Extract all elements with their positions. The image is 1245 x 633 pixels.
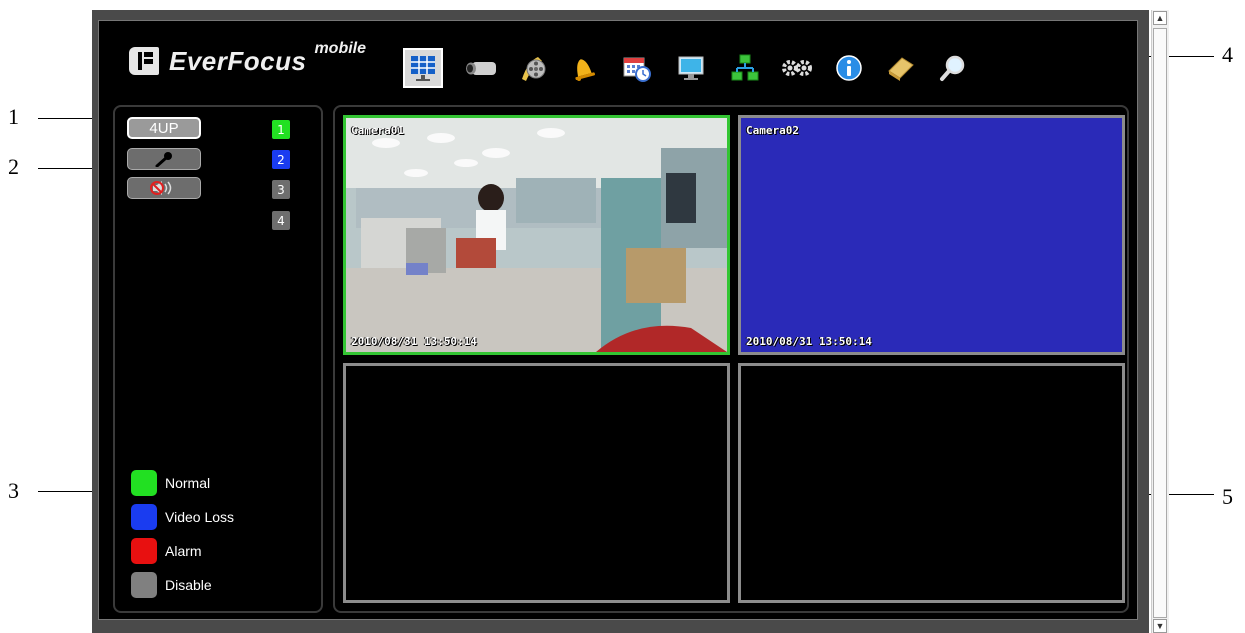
legend-label-disable: Disable	[165, 577, 212, 593]
legend-disable: Disable	[131, 572, 212, 598]
channel-badge-4[interactable]: 4	[272, 211, 290, 230]
scroll-down-arrow-icon[interactable]: ▼	[1153, 619, 1167, 633]
layout-4up-button[interactable]: 4UP	[127, 117, 201, 139]
tile-camera-label: Camera02	[746, 124, 799, 137]
legend-alarm: Alarm	[131, 538, 202, 564]
notes-button[interactable]	[881, 48, 921, 88]
settings-button[interactable]	[777, 48, 817, 88]
callout-3: 3	[8, 478, 19, 503]
app-window: EverFocus mobile 4UP 1 2 3 4 Normal Vide…	[92, 10, 1149, 633]
speaker-muted-icon	[150, 181, 172, 195]
video-tile-camera02[interactable]: Camera02 2010/08/31 13:50:14	[738, 115, 1125, 355]
gears-icon	[782, 60, 812, 76]
network-icon	[731, 54, 759, 81]
legend-video-loss: Video Loss	[131, 504, 234, 530]
legend-label-video-loss: Video Loss	[165, 509, 235, 525]
control-panel: 4UP 1 2 3 4 Normal Video Loss Alarm Disa…	[113, 105, 323, 613]
legend-label-normal: Normal	[165, 475, 211, 491]
vertical-scrollbar[interactable]: ▲ ▼	[1151, 10, 1169, 633]
legend-swatch-disable	[131, 572, 157, 598]
camera-feed-image	[346, 118, 727, 352]
camera-icon	[466, 62, 496, 75]
video-grid: Camera01 2010/08/31 13:50:14 Camera02 20…	[333, 105, 1129, 613]
legend-swatch-normal	[131, 470, 157, 496]
tile-timestamp: 2010/08/31 13:50:14	[351, 335, 477, 348]
app-frame: EverFocus mobile 4UP 1 2 3 4 Normal Vide…	[98, 20, 1138, 620]
search-button[interactable]	[933, 48, 973, 88]
callout-1: 1	[8, 104, 19, 129]
microphone-button[interactable]	[127, 148, 201, 170]
callout-2: 2	[8, 154, 19, 179]
playback-button[interactable]	[513, 48, 553, 88]
notebook-icon	[888, 57, 914, 81]
logo: EverFocus mobile	[129, 40, 367, 81]
brand-name: EverFocus	[169, 45, 307, 76]
info-button[interactable]	[829, 48, 869, 88]
channel-badge-2[interactable]: 2	[272, 150, 290, 169]
magnifier-icon	[940, 55, 965, 81]
info-icon	[836, 55, 862, 81]
film-reel-icon	[522, 57, 546, 81]
tile-timestamp: 2010/08/31 13:50:14	[746, 335, 872, 348]
scroll-up-arrow-icon[interactable]: ▲	[1153, 11, 1167, 25]
network-button[interactable]	[725, 48, 765, 88]
layout-label: 4UP	[149, 119, 179, 137]
schedule-button[interactable]	[617, 48, 657, 88]
camera-button[interactable]	[461, 48, 501, 88]
legend-label-alarm: Alarm	[165, 543, 202, 559]
alarm-button[interactable]	[563, 48, 603, 88]
header: EverFocus mobile	[99, 21, 1137, 99]
monitor-icon	[678, 56, 704, 80]
video-tile-3[interactable]	[343, 363, 730, 603]
everfocus-logo-icon	[129, 47, 159, 75]
legend-swatch-video-loss	[131, 504, 157, 530]
speaker-button[interactable]	[127, 177, 201, 199]
legend-swatch-alarm	[131, 538, 157, 564]
live-view-button[interactable]	[403, 48, 443, 88]
callout-4: 4	[1222, 42, 1233, 67]
grid-monitor-icon	[411, 56, 435, 81]
bell-icon	[575, 59, 596, 81]
channel-badge-3[interactable]: 3	[272, 180, 290, 199]
display-button[interactable]	[671, 48, 711, 88]
tile-camera-label: Camera01	[351, 124, 404, 137]
scrollbar-thumb[interactable]	[1153, 28, 1167, 618]
brand-suffix: mobile	[314, 40, 367, 57]
callout-5: 5	[1222, 484, 1233, 509]
legend-normal: Normal	[131, 470, 210, 496]
calendar-clock-icon	[623, 57, 651, 82]
video-tile-4[interactable]	[738, 363, 1125, 603]
microphone-icon	[155, 152, 172, 167]
channel-badge-1[interactable]: 1	[272, 120, 290, 139]
video-tile-camera01[interactable]: Camera01 2010/08/31 13:50:14	[343, 115, 730, 355]
